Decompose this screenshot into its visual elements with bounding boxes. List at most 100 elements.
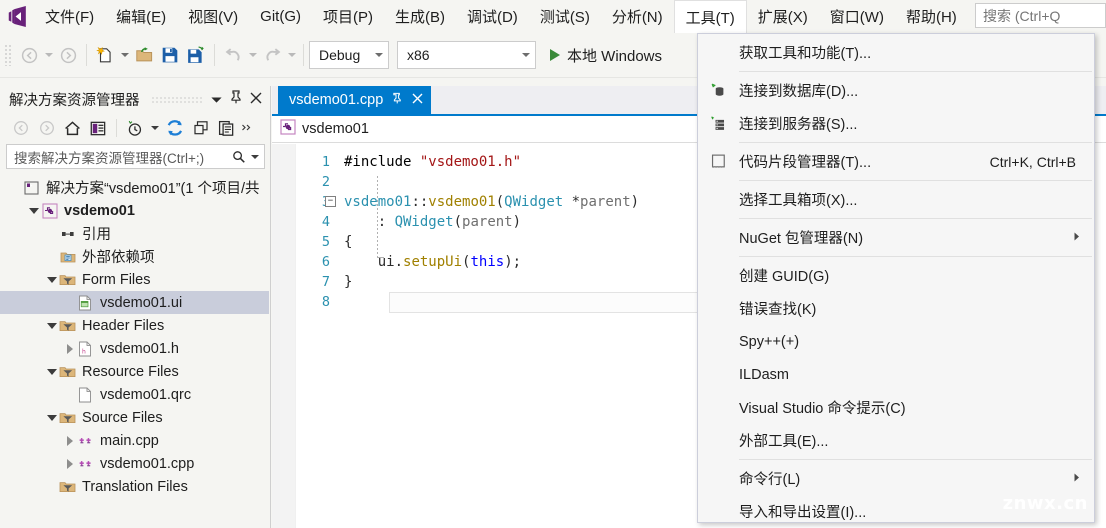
tree-item[interactable]: Header Files [0,314,269,337]
play-icon [550,49,560,61]
menu-item-11[interactable]: 窗口(W) [819,0,895,33]
chevron-down-icon [375,53,383,57]
menu-item-icon-empty [698,358,739,391]
toolbar-grip[interactable] [4,44,13,66]
chevron-right-icon[interactable] [62,435,77,446]
menu-item[interactable]: Spy++(+) [698,325,1094,358]
menu-item[interactable]: 外部工具(E)... [698,424,1094,457]
chevron-down-icon[interactable] [211,91,222,109]
new-item-dropdown-icon[interactable] [118,41,131,69]
menu-item[interactable]: 导入和导出设置(I)... [698,495,1094,528]
menu-item-12[interactable]: 帮助(H) [895,0,968,33]
menu-item[interactable]: ILDasm [698,358,1094,391]
close-icon[interactable] [250,91,262,109]
navigate-back-icon[interactable] [16,41,42,69]
chevron-down-icon[interactable] [26,207,41,214]
menu-item-10[interactable]: 扩展(X) [747,0,819,33]
tree-item[interactable]: 引用 [0,222,269,245]
menu-item[interactable]: 选择工具箱项(X)... [698,183,1094,216]
history-icon[interactable] [122,116,147,140]
open-file-icon[interactable] [131,41,157,69]
tree-item[interactable]: Resource Files [0,360,269,383]
home-icon[interactable] [60,116,85,140]
new-item-icon[interactable] [92,41,118,69]
redo-icon[interactable] [259,41,285,69]
fold-guide-elbow [377,257,384,258]
tree-item[interactable]: h vsdemo01.h [0,337,269,360]
navigate-back-dropdown-icon[interactable] [42,41,55,69]
pin-tab-icon[interactable] [392,92,403,108]
pin-icon[interactable] [230,90,242,109]
menu-item-5[interactable]: 生成(B) [384,0,456,33]
tree-item[interactable]: Source Files [0,406,269,429]
tree-item[interactable]: Translation Files [0,475,269,498]
menu-item[interactable]: 连接到数据库(D)... [698,74,1094,107]
chevron-down-icon[interactable] [44,322,59,329]
collapse-all-icon[interactable] [188,116,213,140]
undo-dropdown-icon[interactable] [246,41,259,69]
tree-item[interactable]: vsdemo01.qrc [0,383,269,406]
tree-item[interactable]: Form Files [0,268,269,291]
navbar-scope[interactable]: vsdemo01 [302,121,369,137]
menu-item[interactable]: NuGet 包管理器(N) [698,221,1094,254]
solution-platform-combo[interactable]: x86 [397,41,536,69]
menu-item[interactable]: Visual Studio 命令提示(C) [698,391,1094,424]
overflow-icon[interactable] [240,116,254,140]
menu-item-8[interactable]: 分析(N) [601,0,674,33]
tree-item[interactable]: vsdemo01.cpp [0,452,269,475]
menu-item-1[interactable]: 编辑(E) [105,0,177,33]
tree-item[interactable]: main.cpp [0,429,269,452]
tree-item[interactable]: 外部依赖项 [0,245,269,268]
tree-item[interactable]: 解决方案“vsdemo01”(1 个项目/共 [0,176,269,199]
solution-configuration-combo[interactable]: Debug [309,41,389,69]
menu-item-3[interactable]: Git(G) [249,0,312,33]
tree-item-label: vsdemo01 [64,202,135,219]
solution-explorer-search-input[interactable]: 搜索解决方案资源管理器(Ctrl+;) [6,144,265,169]
redo-dropdown-icon[interactable] [285,41,298,69]
menu-separator [739,71,1092,72]
menu-item[interactable]: 获取工具和功能(T)... [698,36,1094,69]
tree-item[interactable]: vsdemo01 [0,199,269,222]
pending-changes-icon[interactable] [86,116,111,140]
tree-item-label: main.cpp [100,432,159,449]
chevron-right-icon[interactable] [62,343,77,354]
menu-item[interactable]: 创建 GUID(G) [698,259,1094,292]
chevron-down-icon[interactable] [44,368,59,375]
menu-item-label: 错误查找(K) [739,302,817,318]
quick-search-box[interactable]: 搜索 (Ctrl+Q [975,3,1106,28]
show-all-files-icon[interactable] [214,116,239,140]
menu-item[interactable]: 代码片段管理器(T)... Ctrl+K, Ctrl+B [698,145,1094,178]
menu-item-0[interactable]: 文件(F) [34,0,105,33]
menu-item[interactable]: 错误查找(K) [698,292,1094,325]
search-icon[interactable] [232,150,246,164]
chevron-down-icon[interactable] [44,276,59,283]
collapse-region-icon[interactable]: − [325,196,336,207]
menu-item-2[interactable]: 视图(V) [177,0,249,33]
menu-item-label: 导入和导出设置(I)... [739,505,867,521]
menu-item[interactable]: 命令行(L) [698,462,1094,495]
search-options-chevron-down-icon[interactable] [251,154,259,159]
menu-item-icon-empty [698,424,739,457]
start-debug-button[interactable]: 本地 Windows [544,41,668,69]
menu-item-label: 命令行(L) [739,472,801,488]
close-tab-icon[interactable] [412,92,423,108]
navigate-forward-icon[interactable] [55,41,81,69]
menu-tools[interactable]: 工具(T) [673,0,747,33]
menu-item-7[interactable]: 测试(S) [529,0,601,33]
undo-icon[interactable] [220,41,246,69]
save-icon[interactable] [157,41,183,69]
forward-icon[interactable] [34,116,59,140]
history-dropdown-icon[interactable] [148,114,161,142]
back-icon[interactable] [8,116,33,140]
tab-vsdemo01-cpp[interactable]: vsdemo01.cpp [278,86,432,114]
chevron-down-icon[interactable] [44,414,59,421]
tree-item[interactable]: vsdemo01.ui [0,291,269,314]
save-all-icon[interactable] [183,41,209,69]
chevron-right-icon[interactable] [62,458,77,469]
menu-item-4[interactable]: 项目(P) [312,0,384,33]
menu-bar: 文件(F) 编辑(E) 视图(V) Git(G) 项目(P) 生成(B) 调试(D) 测试(S… [0,0,1106,33]
tree-item-label: Header Files [82,317,165,334]
menu-item-6[interactable]: 调试(D) [456,0,529,33]
refresh-icon[interactable] [162,116,187,140]
menu-item[interactable]: 连接到服务器(S)... [698,107,1094,140]
